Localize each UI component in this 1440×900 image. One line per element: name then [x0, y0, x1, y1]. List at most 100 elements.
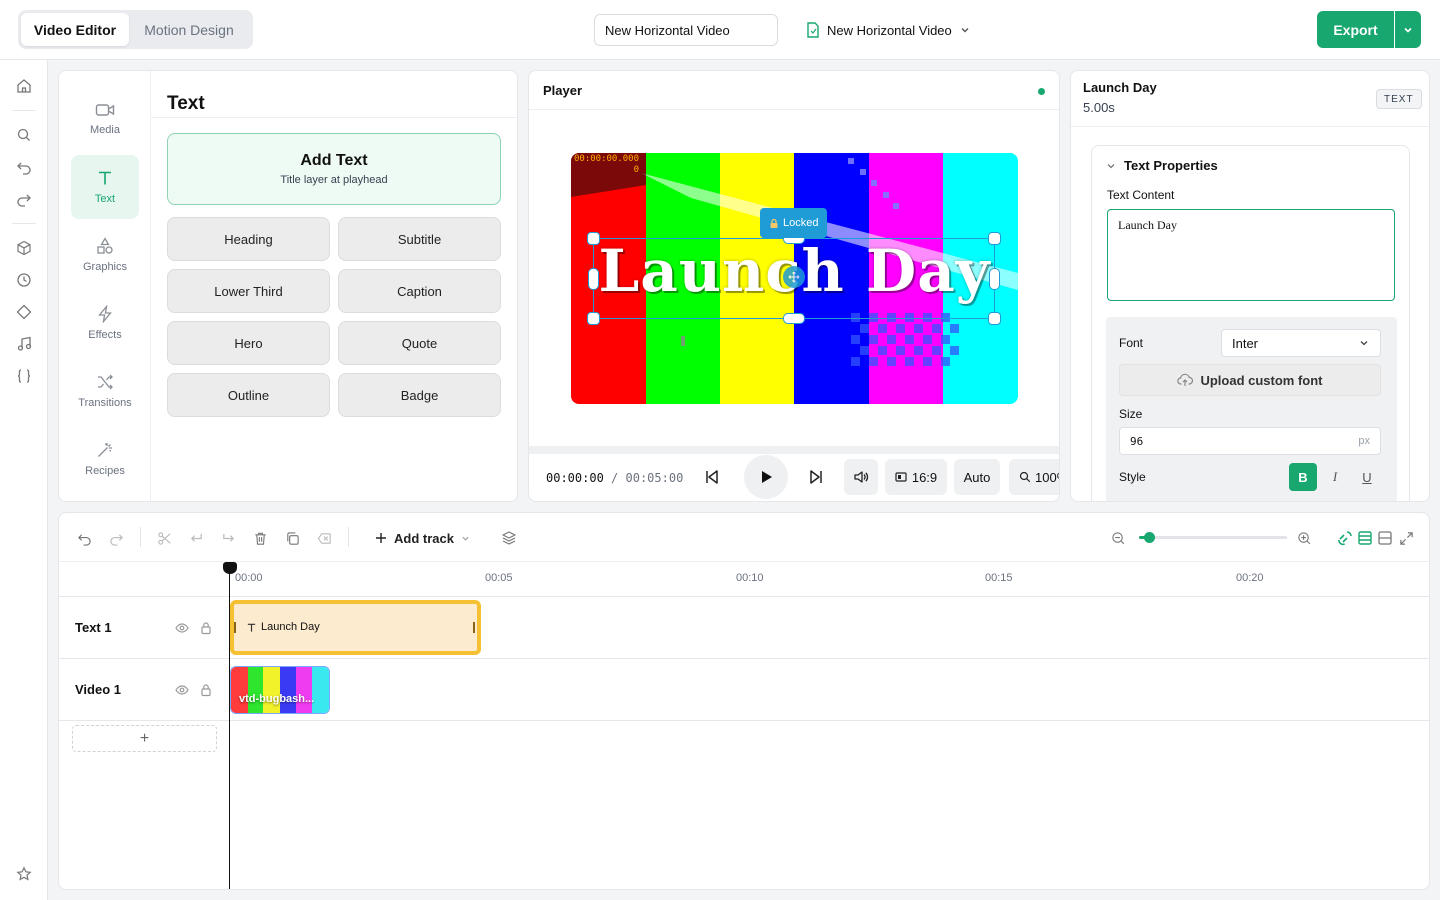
undo-icon[interactable]: [74, 528, 94, 548]
scissors-icon[interactable]: [154, 528, 174, 548]
text-properties-section: Text Properties Text Content Launch Day …: [1091, 145, 1410, 501]
zoom-out-icon[interactable]: [1108, 528, 1128, 548]
text-content-input[interactable]: Launch Day: [1107, 209, 1395, 301]
duplicate-icon[interactable]: [282, 528, 302, 548]
left-rail: [0, 60, 48, 900]
italic-button[interactable]: I: [1321, 463, 1349, 491]
trash-icon[interactable]: [250, 528, 270, 548]
move-icon[interactable]: [783, 266, 805, 288]
ruler-label: 00:10: [736, 572, 764, 584]
preset-subtitle[interactable]: Subtitle: [338, 217, 501, 261]
preset-quote[interactable]: Quote: [338, 321, 501, 365]
preset-caption[interactable]: Caption: [338, 269, 501, 313]
skip-forward-button[interactable]: [805, 459, 827, 495]
text-clip[interactable]: Launch Day: [230, 600, 481, 655]
zoom-in-icon[interactable]: [1294, 528, 1314, 548]
resize-handle[interactable]: [587, 312, 600, 325]
lock-icon[interactable]: [199, 683, 213, 697]
divider: [529, 109, 1059, 110]
add-track-row-button[interactable]: +: [72, 725, 217, 752]
clip-trim-handle[interactable]: [234, 622, 236, 633]
shuffle-icon: [96, 373, 114, 391]
resize-handle[interactable]: [988, 312, 1001, 325]
resize-handle[interactable]: [988, 232, 1001, 245]
track-view-icon[interactable]: [1355, 528, 1375, 548]
chevron-down-icon: [959, 24, 971, 36]
compact-view-icon[interactable]: [1375, 528, 1395, 548]
undo-icon[interactable]: [14, 157, 34, 177]
split-left-icon[interactable]: [186, 528, 206, 548]
font-select[interactable]: Inter: [1221, 329, 1381, 357]
selected-clip-duration: 5.00s: [1083, 100, 1115, 115]
chevron-down-icon: [1358, 337, 1370, 349]
search-icon[interactable]: [14, 125, 34, 145]
timeline-panel: Add track 00:00 00:05 00:10 00:15 00:20 …: [58, 512, 1430, 890]
mode-video-editor[interactable]: Video Editor: [21, 13, 129, 46]
track-name: Text 1: [75, 620, 112, 635]
resize-handle[interactable]: [783, 313, 805, 324]
resize-handle[interactable]: [587, 232, 600, 245]
zoom-slider-handle[interactable]: [1144, 532, 1156, 543]
category-recipes[interactable]: Recipes: [71, 427, 139, 491]
aspect-ratio-button[interactable]: 16:9: [885, 459, 947, 495]
mode-motion-design[interactable]: Motion Design: [129, 13, 249, 46]
category-graphics[interactable]: Graphics: [71, 223, 139, 287]
text-properties-toggle[interactable]: Text Properties: [1106, 158, 1218, 173]
preset-badge[interactable]: Badge: [338, 373, 501, 417]
volume-button[interactable]: [844, 459, 878, 495]
upload-custom-font-button[interactable]: Upload custom font: [1119, 364, 1381, 396]
lock-icon[interactable]: [199, 621, 213, 635]
export-button[interactable]: Export: [1317, 11, 1394, 48]
star-icon[interactable]: [14, 864, 34, 884]
document-selector[interactable]: New Horizontal Video: [806, 14, 971, 46]
category-effects[interactable]: Effects: [71, 291, 139, 355]
project-name-input[interactable]: [594, 14, 778, 46]
font-size-input[interactable]: 96 px: [1119, 427, 1381, 455]
play-button[interactable]: [744, 455, 788, 499]
redo-icon[interactable]: [106, 528, 126, 548]
add-track-button[interactable]: Add track: [375, 526, 470, 550]
zoom-button[interactable]: 100%: [1009, 459, 1059, 495]
code-braces-icon[interactable]: [14, 366, 34, 386]
preset-outline[interactable]: Outline: [167, 373, 330, 417]
quality-button[interactable]: Auto: [954, 459, 1000, 495]
preset-heading[interactable]: Heading: [167, 217, 330, 261]
chevron-down-icon: [461, 534, 470, 543]
preview-canvas[interactable]: 00:00:00.000 0 Launch Day Locked: [571, 153, 1018, 404]
redo-icon[interactable]: [14, 189, 34, 209]
bold-button[interactable]: B: [1289, 463, 1317, 491]
category-text[interactable]: Text: [71, 155, 139, 219]
text-panel-title: Text: [167, 93, 205, 114]
clock-icon[interactable]: [14, 270, 34, 290]
diamond-icon[interactable]: [14, 302, 34, 322]
home-icon[interactable]: [14, 76, 34, 96]
eye-icon[interactable]: [175, 621, 189, 635]
eye-icon[interactable]: [175, 683, 189, 697]
magnet-snap-icon[interactable]: [1335, 528, 1355, 548]
clip-trim-handle[interactable]: [473, 622, 475, 633]
category-media[interactable]: Media: [71, 87, 139, 151]
text-clip-label: Launch Day: [246, 621, 320, 633]
video-clip[interactable]: vtd-bugbash...: [230, 666, 330, 714]
export-menu-button[interactable]: [1395, 11, 1421, 48]
layers-icon[interactable]: [499, 528, 519, 548]
split-right-icon[interactable]: [218, 528, 238, 548]
playhead-handle[interactable]: [223, 562, 237, 574]
cube-icon[interactable]: [14, 238, 34, 258]
resize-handle[interactable]: [588, 268, 599, 290]
preset-hero[interactable]: Hero: [167, 321, 330, 365]
category-transitions[interactable]: Transitions: [71, 359, 139, 423]
ripple-delete-icon[interactable]: [314, 528, 334, 548]
add-text-button[interactable]: Add Text Title layer at playhead: [167, 133, 501, 205]
music-icon[interactable]: [14, 334, 34, 354]
expand-icon[interactable]: [1396, 528, 1416, 548]
preset-lower-third[interactable]: Lower Third: [167, 269, 330, 313]
resize-handle[interactable]: [989, 268, 1000, 290]
category-label: Recipes: [85, 465, 125, 477]
style-label: Style: [1119, 470, 1146, 484]
video-camera-icon: [95, 102, 115, 118]
underline-button[interactable]: U: [1353, 463, 1381, 491]
ruler-label: 00:00: [235, 572, 263, 584]
skip-back-button[interactable]: [701, 459, 723, 495]
timeline-zoom-slider[interactable]: [1139, 536, 1287, 539]
